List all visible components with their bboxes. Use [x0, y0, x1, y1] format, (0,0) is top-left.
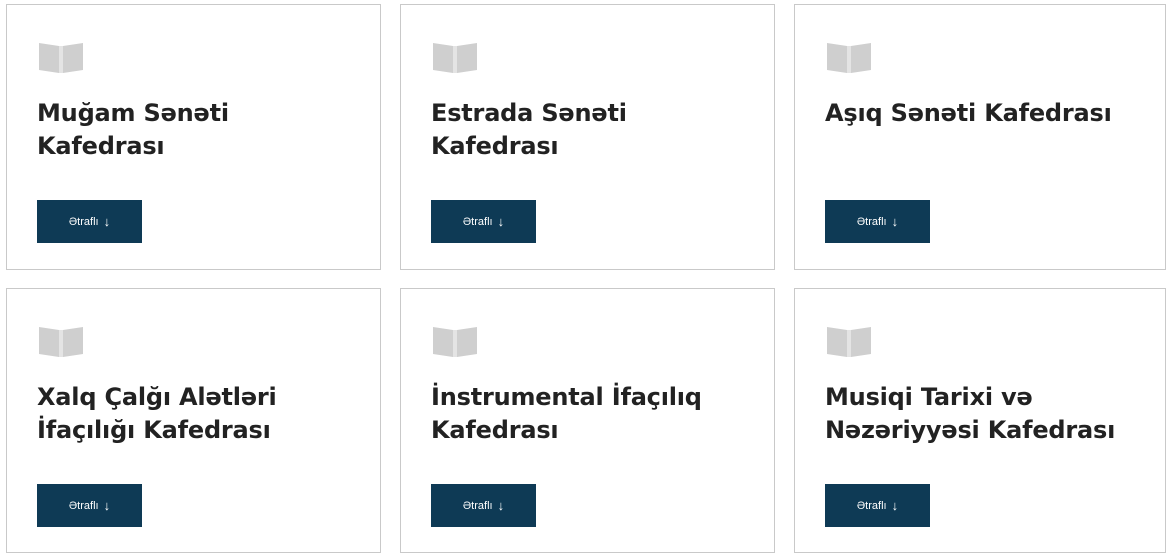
department-title-line: Aşıq Sənəti Kafedrası [825, 99, 1112, 127]
department-title: Estrada Sənəti Kafedrası [431, 97, 751, 163]
arrow-down-icon: ↓ [103, 214, 111, 229]
department-card: Estrada Sənəti Kafedrası Ətraflı ↓ [400, 4, 775, 270]
more-info-button[interactable]: Ətraflı ↓ [431, 200, 536, 243]
arrow-down-icon: ↓ [497, 498, 505, 513]
department-title: Xalq Çalğı Alətləri İfaçılığı Kafedrası [37, 381, 357, 447]
open-book-icon [39, 327, 83, 357]
more-info-label: Ətraflı [856, 215, 887, 228]
department-title-line: Kafedrası [37, 132, 165, 160]
department-title-line: Kafedrası [431, 132, 559, 160]
department-card: İnstrumental İfaçılıq Kafedrası Ətraflı … [400, 288, 775, 553]
department-title: Muğam Sənəti Kafedrası [37, 97, 357, 163]
department-title-line: Xalq Çalğı Alətləri [37, 383, 277, 411]
more-info-label: Ətraflı [462, 499, 493, 512]
more-info-button[interactable]: Ətraflı ↓ [37, 484, 142, 527]
more-info-label: Ətraflı [856, 499, 887, 512]
department-title-line: Nəzəriyyəsi Kafedrası [825, 416, 1116, 444]
department-card: Muğam Sənəti Kafedrası Ətraflı ↓ [6, 4, 381, 270]
open-book-icon [433, 43, 477, 73]
department-title: Aşıq Sənəti Kafedrası [825, 97, 1145, 130]
department-title: İnstrumental İfaçılıq Kafedrası [431, 381, 751, 447]
department-title-line: Estrada Sənəti [431, 99, 627, 127]
open-book-icon [433, 327, 477, 357]
arrow-down-icon: ↓ [497, 214, 505, 229]
department-title-line: İnstrumental İfaçılıq [431, 383, 702, 411]
department-title-line: Kafedrası [431, 416, 559, 444]
department-card: Aşıq Sənəti Kafedrası Ətraflı ↓ [794, 4, 1166, 270]
department-title-line: Muğam Sənəti [37, 99, 229, 127]
arrow-down-icon: ↓ [891, 214, 899, 229]
arrow-down-icon: ↓ [891, 498, 899, 513]
department-card: Musiqi Tarixi və Nəzəriyyəsi Kafedrası Ə… [794, 288, 1166, 553]
open-book-icon [827, 327, 871, 357]
more-info-label: Ətraflı [68, 215, 99, 228]
more-info-label: Ətraflı [462, 215, 493, 228]
more-info-button[interactable]: Ətraflı ↓ [431, 484, 536, 527]
open-book-icon [827, 43, 871, 73]
department-title-line: Musiqi Tarixi və [825, 383, 1033, 411]
more-info-button[interactable]: Ətraflı ↓ [37, 200, 142, 243]
more-info-button[interactable]: Ətraflı ↓ [825, 200, 930, 243]
department-grid: Muğam Sənəti Kafedrası Ətraflı ↓ Estrada… [0, 0, 1171, 554]
more-info-label: Ətraflı [68, 499, 99, 512]
more-info-button[interactable]: Ətraflı ↓ [825, 484, 930, 527]
department-title: Musiqi Tarixi və Nəzəriyyəsi Kafedrası [825, 381, 1145, 447]
department-title-line: İfaçılığı Kafedrası [37, 416, 271, 444]
department-card: Xalq Çalğı Alətləri İfaçılığı Kafedrası … [6, 288, 381, 553]
arrow-down-icon: ↓ [103, 498, 111, 513]
open-book-icon [39, 43, 83, 73]
